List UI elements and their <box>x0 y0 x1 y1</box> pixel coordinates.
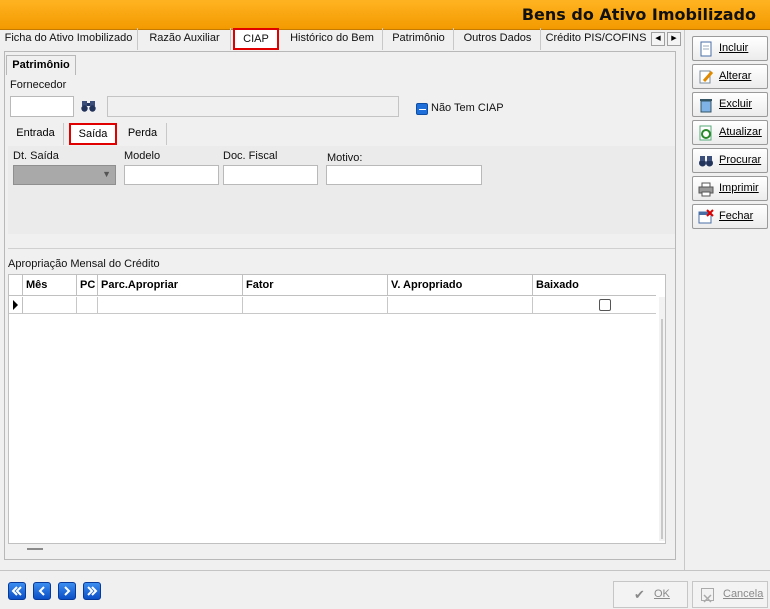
motivo-label: Motivo: <box>327 152 363 164</box>
title-bar: Bens do Ativo Imobilizado <box>0 0 770 30</box>
tab-scroll-left-button[interactable]: ◀ <box>651 32 665 46</box>
col-header-parc-apropriar[interactable]: Parc.Apropriar <box>98 275 243 296</box>
sub-tab-strip: Entrada Saída Perda <box>8 123 675 147</box>
fornecedor-label: Fornecedor <box>10 79 67 91</box>
chevron-down-icon: ▼ <box>102 169 111 179</box>
fornecedor-code-input[interactable] <box>10 96 74 117</box>
nao-tem-ciap-checkbox[interactable] <box>416 103 428 115</box>
row-indicator <box>9 297 23 314</box>
imprimir-button[interactable]: Imprimir <box>692 176 768 201</box>
apropriacao-grid[interactable]: Mês PC Parc.Apropriar Fator V. Apropriad… <box>8 274 666 550</box>
refresh-icon <box>698 125 714 141</box>
section-divider <box>8 248 675 249</box>
tab-razao-auxiliar[interactable]: Razão Auxiliar <box>139 28 231 50</box>
cell-v-apropriado[interactable] <box>388 297 533 314</box>
cancela-button[interactable]: Cancela <box>692 581 768 608</box>
col-header-pc[interactable]: PC <box>77 275 98 296</box>
doc-fiscal-input[interactable] <box>223 165 318 185</box>
tab-patrimonio[interactable]: Patrimônio <box>384 28 454 50</box>
last-record-button[interactable] <box>83 582 101 600</box>
binoculars-icon[interactable] <box>80 99 98 113</box>
procurar-button[interactable]: Procurar <box>692 148 768 173</box>
trash-icon <box>698 97 714 113</box>
new-document-icon <box>698 41 714 57</box>
grid-vertical-scrollbar[interactable] <box>659 297 665 541</box>
excluir-button[interactable]: Excluir <box>692 92 768 117</box>
printer-icon <box>698 181 714 197</box>
fornecedor-name-input[interactable] <box>107 96 399 117</box>
current-row-arrow-icon <box>13 300 18 310</box>
pencil-icon <box>698 69 714 85</box>
main-tab-strip: Ficha do Ativo Imobilizado Razão Auxilia… <box>0 28 685 50</box>
tab-ciap[interactable]: CIAP <box>233 28 279 50</box>
cell-mes[interactable] <box>23 297 77 314</box>
bottom-bar: ✔ OK Cancela <box>0 570 770 609</box>
cell-baixado[interactable] <box>533 297 656 314</box>
tab-entrada[interactable]: Entrada <box>8 123 64 145</box>
binoculars-search-icon <box>698 153 714 169</box>
doc-fiscal-label: Doc. Fiscal <box>223 150 278 162</box>
grid-title: Apropriação Mensal do Crédito <box>8 258 160 270</box>
cell-fator[interactable] <box>243 297 388 314</box>
cell-pc[interactable] <box>77 297 98 314</box>
col-header-baixado[interactable]: Baixado <box>533 275 656 296</box>
cancel-icon <box>701 588 714 603</box>
grid-footer-marker <box>27 548 43 550</box>
nao-tem-ciap-label: Não Tem CIAP <box>431 102 504 114</box>
atualizar-button[interactable]: Atualizar <box>692 120 768 145</box>
baixado-checkbox[interactable] <box>599 299 611 311</box>
tab-perda[interactable]: Perda <box>119 123 167 145</box>
dt-saida-label: Dt. Saída <box>13 150 59 162</box>
ok-button[interactable]: ✔ OK <box>613 581 688 608</box>
modelo-input[interactable] <box>124 165 219 185</box>
incluir-button[interactable]: Incluir <box>692 36 768 61</box>
next-record-button[interactable] <box>58 582 76 600</box>
side-panel-divider <box>684 30 685 570</box>
checkmark-icon: ✔ <box>634 587 645 602</box>
motivo-input[interactable] <box>326 165 482 185</box>
col-header-v-apropriado[interactable]: V. Apropriado <box>388 275 533 296</box>
alterar-button[interactable]: Alterar <box>692 64 768 89</box>
col-header-mes[interactable]: Mês <box>23 275 77 296</box>
previous-record-button[interactable] <box>33 582 51 600</box>
tab-credito-pis-cofins[interactable]: Crédito PIS/COFINS <box>542 28 650 50</box>
tab-saida[interactable]: Saída <box>69 123 117 145</box>
first-record-button[interactable] <box>8 582 26 600</box>
tab-section-patrimonio[interactable]: Patrimônio <box>6 55 76 75</box>
modelo-label: Modelo <box>124 150 161 162</box>
tab-ficha-ativo[interactable]: Ficha do Ativo Imobilizado <box>0 28 138 50</box>
tab-outros-dados[interactable]: Outros Dados <box>455 28 541 50</box>
dt-saida-dropdown[interactable]: ▼ <box>13 165 116 185</box>
window-title: Bens do Ativo Imobilizado <box>521 5 756 24</box>
tab-historico-bem[interactable]: Histórico do Bem <box>282 28 383 50</box>
tab-scroll-right-button[interactable]: ▶ <box>667 32 681 46</box>
fechar-button[interactable]: Fechar <box>692 204 768 229</box>
col-header-fator[interactable]: Fator <box>243 275 388 296</box>
grid-row-indicator-header <box>9 275 23 296</box>
scrollbar-track <box>661 319 663 539</box>
close-window-icon <box>698 209 714 225</box>
cell-parc-apropriar[interactable] <box>98 297 243 314</box>
